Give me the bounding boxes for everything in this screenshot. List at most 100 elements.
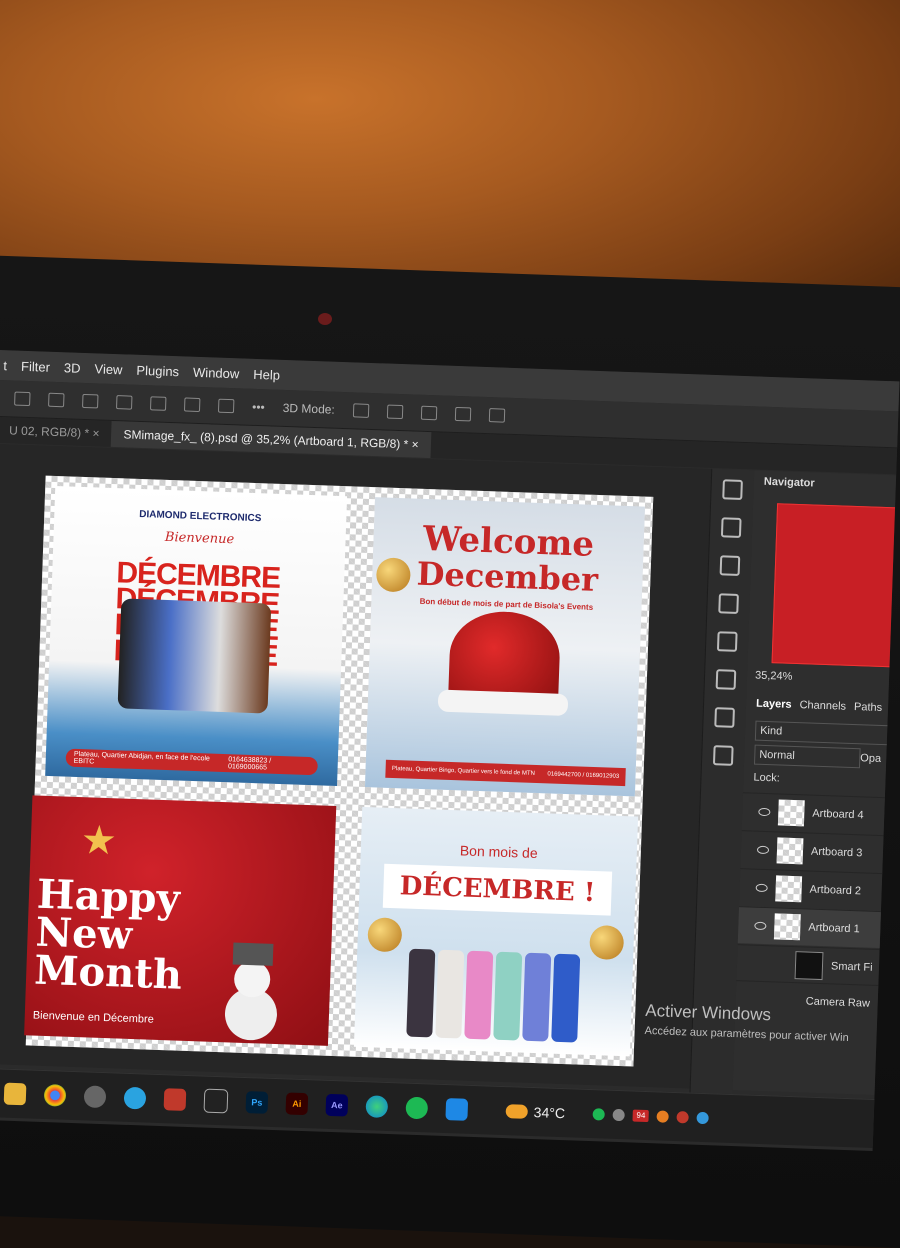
menu-item-3d[interactable]: 3D xyxy=(64,360,81,376)
menu-item-plugins[interactable]: Plugins xyxy=(136,362,179,378)
layer-thumbnail xyxy=(773,913,801,941)
menu-item-window[interactable]: Window xyxy=(193,364,240,381)
menu-item-view[interactable]: View xyxy=(94,361,122,377)
gradient-icon[interactable] xyxy=(714,707,735,728)
artboard-4[interactable]: Bon mois de DÉCEMBRE ! xyxy=(353,806,639,1057)
navigator-thumbnail[interactable] xyxy=(771,503,898,668)
tab-paths[interactable]: Paths xyxy=(854,696,883,719)
align-middle-icon[interactable] xyxy=(149,396,167,411)
menu-item-type[interactable]: t xyxy=(3,358,7,373)
contact-bar: Plateau, Quartier Bingo, Quartier vers l… xyxy=(385,759,626,787)
swatches-icon[interactable] xyxy=(715,669,737,690)
webcam xyxy=(318,313,332,325)
capcut-icon[interactable] xyxy=(203,1088,229,1114)
tray-icon[interactable] xyxy=(676,1111,690,1124)
file-explorer-icon[interactable] xyxy=(3,1082,27,1106)
telegram-icon[interactable] xyxy=(123,1086,147,1110)
distribute-icon[interactable] xyxy=(217,398,235,414)
properties-icon[interactable] xyxy=(719,555,741,576)
align-center-icon[interactable] xyxy=(48,392,65,408)
artboard-1[interactable]: DIAMOND ELECTRONICS Bienvenue DÉCEMBRE D… xyxy=(45,486,348,787)
tray-icon[interactable] xyxy=(696,1111,710,1125)
orbit-icon[interactable] xyxy=(352,403,369,418)
history-icon[interactable] xyxy=(722,479,743,500)
illustrator-icon[interactable]: Ai xyxy=(285,1092,309,1116)
electronics-image xyxy=(117,598,272,714)
slide-icon[interactable] xyxy=(454,406,471,422)
layer-thumbnail xyxy=(775,875,803,903)
align-top-icon[interactable] xyxy=(116,395,133,410)
close-icon[interactable]: × xyxy=(411,437,418,451)
edge-icon[interactable] xyxy=(365,1095,389,1118)
brand-name: DIAMOND ELECTRONICS xyxy=(139,508,262,525)
lock-label: Lock: xyxy=(753,771,781,785)
after-effects-icon[interactable]: Ae xyxy=(325,1093,349,1117)
roll-icon[interactable] xyxy=(386,404,403,420)
smart-filter-thumbnail xyxy=(794,951,824,981)
menu-item-filter[interactable]: Filter xyxy=(21,358,50,374)
eye-icon[interactable] xyxy=(755,883,768,893)
layer-name: Artboard 2 xyxy=(809,883,862,898)
spotify-icon[interactable] xyxy=(405,1096,429,1120)
phone-text: 0169442700 / 0169012903 xyxy=(547,771,620,780)
navigator-zoom[interactable]: 35,24% xyxy=(755,667,890,690)
layer-row-selected[interactable]: Artboard 1 xyxy=(737,906,897,949)
tab-previous-document[interactable]: U 02, RGB/8) * × xyxy=(0,417,112,447)
layer-row[interactable]: Artboard 2 xyxy=(739,868,899,911)
ornament-ball xyxy=(367,917,403,953)
navigator-title[interactable]: Navigator xyxy=(753,470,896,497)
layers-panel: Navigator 35,24% Layers Channels Paths K… xyxy=(732,470,900,1095)
windows-activation-watermark: Activer Windows Accédez aux paramètres p… xyxy=(644,1001,849,1044)
menu-item-help[interactable]: Help xyxy=(253,366,280,382)
layer-name: Artboard 4 xyxy=(812,807,864,822)
pan-icon[interactable] xyxy=(420,405,437,421)
tab-channels[interactable]: Channels xyxy=(799,694,846,718)
eye-icon[interactable] xyxy=(758,807,771,817)
opacity-label: Opa xyxy=(860,752,882,765)
close-icon[interactable]: × xyxy=(92,426,99,440)
santa-hat-band xyxy=(437,689,569,717)
artboard-2[interactable]: Welcome December Bon début de mois de pa… xyxy=(364,497,645,797)
patterns-icon[interactable] xyxy=(712,745,734,766)
contact-bar: Plateau, Quartier Abidjan, en face de l'… xyxy=(65,748,318,776)
tray-icon[interactable] xyxy=(612,1108,626,1122)
laptop-screen: t Filter 3D View Plugins Window Help •••… xyxy=(0,350,900,1151)
photoshop-icon[interactable]: Ps xyxy=(245,1091,269,1114)
tab-label: SMimage_fx_ (8).psd @ 35,2% (Artboard 1,… xyxy=(123,427,409,452)
adjustments-icon[interactable] xyxy=(720,517,742,538)
eye-icon[interactable] xyxy=(754,921,767,931)
layer-row[interactable]: Artboard 3 xyxy=(740,830,900,873)
chrome-icon[interactable] xyxy=(43,1083,67,1107)
color-palette-icon[interactable] xyxy=(716,631,738,652)
align-bottom-icon[interactable] xyxy=(183,397,201,413)
histogram-icon[interactable] xyxy=(718,593,739,614)
tray-icon[interactable] xyxy=(656,1110,670,1123)
video-camera-icon[interactable] xyxy=(488,408,505,423)
phones-image xyxy=(406,948,581,1043)
obs-icon[interactable] xyxy=(83,1085,107,1109)
document-canvas[interactable]: DIAMOND ELECTRONICS Bienvenue DÉCEMBRE D… xyxy=(0,443,712,1089)
tab-label: U 02, RGB/8) * xyxy=(8,423,90,441)
snowman-image xyxy=(214,942,287,1044)
notification-badge[interactable]: 94 xyxy=(632,1109,650,1123)
sublayer-name: Smart Fi xyxy=(830,960,873,974)
layer-filter-select[interactable]: Kind xyxy=(754,720,890,746)
artboard-3[interactable]: Happy New Month Bienvenue en Décembre ★ xyxy=(24,795,337,1046)
align-left-icon[interactable] xyxy=(14,391,31,407)
december-title: December xyxy=(416,554,599,599)
more-options-button[interactable]: ••• xyxy=(252,400,265,414)
weather-widget[interactable]: 34°C xyxy=(505,1103,565,1121)
app-icon[interactable] xyxy=(163,1088,187,1111)
address-text: Plateau, Quartier Abidjan, en face de l'… xyxy=(73,750,210,766)
eye-icon[interactable] xyxy=(756,845,770,855)
photos-icon[interactable] xyxy=(445,1098,469,1121)
ornament-ball xyxy=(589,924,625,961)
spotify-tray-icon[interactable] xyxy=(592,1108,606,1121)
welcome-text: Bienvenue xyxy=(164,529,235,548)
month-line: Month xyxy=(33,946,183,999)
blend-mode-select[interactable]: Normal xyxy=(753,744,861,769)
layer-row[interactable]: Artboard 4 xyxy=(741,792,900,835)
align-right-icon[interactable] xyxy=(82,393,99,409)
subtitle-text: Bienvenue en Décembre xyxy=(32,1009,155,1026)
tab-layers[interactable]: Layers xyxy=(756,693,792,716)
